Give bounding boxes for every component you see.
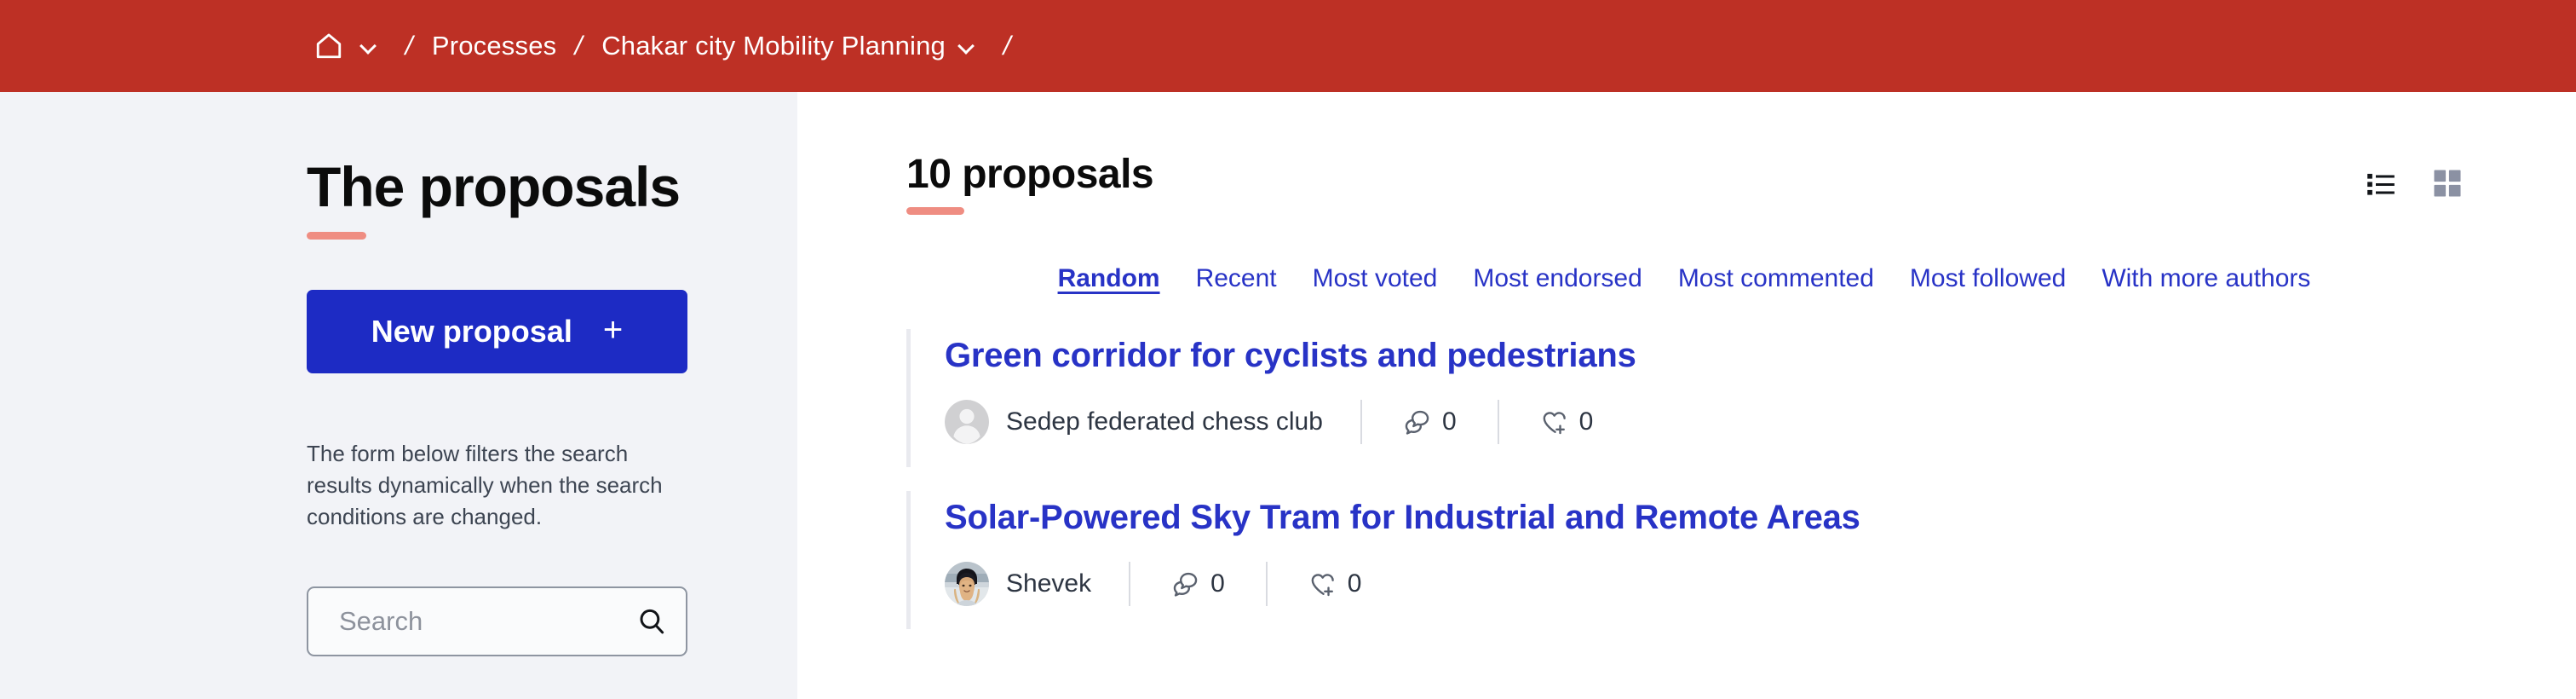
proposal-list: Green corridor for cyclists and pedestri… bbox=[906, 329, 2464, 630]
breadcrumb-item-process[interactable]: Chakar city Mobility Planning bbox=[601, 31, 946, 61]
proposal-author[interactable]: Shevek bbox=[945, 562, 1129, 607]
view-mode-toggle bbox=[2365, 153, 2464, 199]
proposal-comments-count: 0 bbox=[1210, 569, 1225, 598]
proposal-endorsements-stat: 0 bbox=[1499, 407, 1635, 436]
order-tab-most-endorsed[interactable]: Most endorsed bbox=[1473, 264, 1642, 293]
main-header: 10 proposals bbox=[906, 152, 2464, 216]
plus-icon: + bbox=[602, 311, 624, 349]
proposal-card[interactable]: Green corridor for cyclists and pedestri… bbox=[906, 329, 2464, 468]
avatar bbox=[945, 400, 989, 445]
order-tab-most-followed[interactable]: Most followed bbox=[1910, 264, 2066, 293]
new-proposal-button[interactable]: New proposal + bbox=[307, 290, 687, 373]
proposal-comments-stat: 0 bbox=[1362, 407, 1498, 436]
breadcrumb-item-processes[interactable]: Processes bbox=[432, 31, 557, 61]
search-icon[interactable] bbox=[636, 606, 667, 637]
search-field[interactable] bbox=[307, 586, 687, 656]
breadcrumb-home-chevron-down-icon[interactable] bbox=[359, 37, 378, 55]
proposal-comments-count: 0 bbox=[1441, 407, 1457, 436]
proposal-author-name: Shevek bbox=[1006, 569, 1092, 598]
page-body: The proposals New proposal + The form be… bbox=[0, 92, 2576, 699]
breadcrumb-bar: / Processes / Chakar city Mobility Plann… bbox=[0, 0, 2576, 92]
order-tab-recent[interactable]: Recent bbox=[1196, 264, 1277, 293]
breadcrumb-separator-0: / bbox=[402, 31, 417, 61]
proposal-author[interactable]: Sedep federated chess club bbox=[945, 400, 1360, 445]
page-title: The proposals bbox=[307, 155, 681, 218]
order-tab-most-commented[interactable]: Most commented bbox=[1678, 264, 1874, 293]
page-title-accent-rule bbox=[307, 232, 366, 240]
breadcrumb: / Processes / Chakar city Mobility Plann… bbox=[313, 31, 1030, 61]
avatar bbox=[945, 562, 989, 607]
proposal-author-name: Sedep federated chess club bbox=[1006, 407, 1323, 436]
endorse-heart-icon bbox=[1540, 407, 1569, 436]
new-proposal-label: New proposal bbox=[371, 314, 572, 349]
home-icon bbox=[313, 31, 344, 61]
filter-help-text: The form below filters the search result… bbox=[307, 441, 663, 529]
comment-icon bbox=[1403, 407, 1432, 436]
grid-view-icon bbox=[2431, 167, 2464, 199]
proposals-count-accent-rule bbox=[906, 207, 964, 216]
order-tab-with-more-authors[interactable]: With more authors bbox=[2102, 264, 2310, 293]
proposal-card[interactable]: Solar-Powered Sky Tram for Industrial an… bbox=[906, 491, 2464, 630]
list-view-icon bbox=[2365, 167, 2397, 199]
main-content: 10 proposals Random Recent Most voted Mo… bbox=[797, 92, 2576, 699]
breadcrumb-separator-1: / bbox=[572, 31, 587, 61]
proposals-count-title: 10 proposals bbox=[906, 152, 1154, 197]
order-tab-most-voted[interactable]: Most voted bbox=[1313, 264, 1438, 293]
sidebar: The proposals New proposal + The form be… bbox=[0, 92, 797, 699]
breadcrumb-process-chevron-down-icon[interactable] bbox=[957, 37, 976, 55]
proposal-endorsements-stat: 0 bbox=[1268, 569, 1403, 598]
proposal-comments-stat: 0 bbox=[1130, 569, 1266, 598]
proposals-count-block: 10 proposals bbox=[906, 152, 1154, 216]
endorse-heart-icon bbox=[1308, 569, 1337, 598]
list-view-button[interactable] bbox=[2365, 167, 2397, 199]
proposal-endorsements-count: 0 bbox=[1347, 569, 1362, 598]
search-input[interactable] bbox=[337, 604, 636, 638]
proposal-meta: Sedep federated chess club 0 0 bbox=[945, 399, 2464, 445]
proposal-endorsements-count: 0 bbox=[1578, 407, 1594, 436]
breadcrumb-home-link[interactable] bbox=[313, 31, 344, 61]
proposal-title-link[interactable]: Solar-Powered Sky Tram for Industrial an… bbox=[945, 498, 2464, 537]
proposal-title-link[interactable]: Green corridor for cyclists and pedestri… bbox=[945, 336, 2464, 375]
order-tabs: Random Recent Most voted Most endorsed M… bbox=[906, 264, 2464, 293]
order-tab-random[interactable]: Random bbox=[1058, 264, 1160, 293]
proposal-meta: Shevek 0 0 bbox=[945, 561, 2464, 607]
comment-icon bbox=[1171, 569, 1200, 598]
grid-view-button[interactable] bbox=[2431, 167, 2464, 199]
breadcrumb-separator-2: / bbox=[1000, 31, 1015, 61]
